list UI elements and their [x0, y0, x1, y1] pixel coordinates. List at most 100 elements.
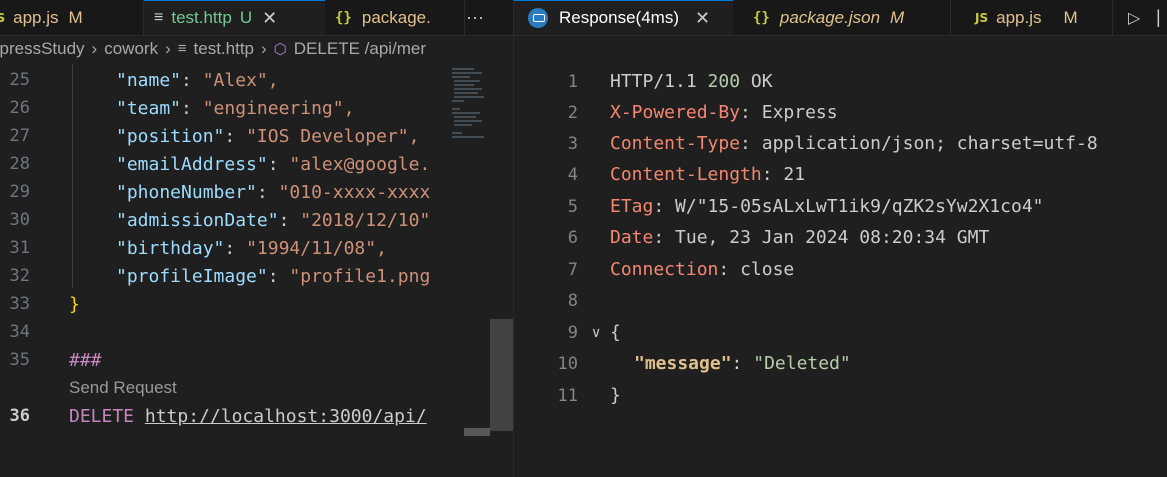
breadcrumb: xpressStudy › cowork › ≡ test.http › ⬡ D…: [0, 35, 513, 62]
line-number: 9: [567, 322, 578, 343]
code-text: "phoneNumber": "010-xxxx-xxxx: [116, 181, 431, 203]
minimap[interactable]: [444, 64, 490, 444]
response-line: 8: [514, 285, 1167, 316]
code-editor[interactable]: 25 "name": "Alex", 26 "team": "engineeri…: [0, 64, 490, 477]
split-editor-icon[interactable]: |: [1156, 0, 1161, 35]
response-line: 4 Content-Length: 21: [514, 159, 1167, 190]
status-line: HTTP/1.1 200 OK: [610, 71, 773, 92]
horizontal-scrollbar[interactable]: [464, 428, 490, 436]
run-icon[interactable]: ▷: [1128, 0, 1140, 35]
line-number: 3: [567, 133, 578, 154]
tab-package-json[interactable]: {} package.json M: [733, 0, 951, 35]
code-text: "emailAddress": "alex@google.: [116, 153, 431, 175]
line-number: 28: [9, 154, 30, 174]
line-number: 10: [557, 353, 578, 374]
response-line: 2 X-Powered-By: Express: [514, 97, 1167, 128]
tab-label: package.json: [779, 7, 881, 27]
more-tabs-icon[interactable]: ···: [466, 0, 484, 35]
send-request-link[interactable]: Send Request: [69, 378, 177, 398]
header-line: Date: Tue, 23 Jan 2024 08:20:34 GMT: [610, 227, 990, 248]
left-tab-bar: JS app.js M ≡ test.http U ✕ {} package. …: [0, 0, 513, 36]
modified-badge: M: [890, 7, 905, 27]
response-line: 10 "message": "Deleted": [514, 348, 1167, 379]
tab-test-http[interactable]: ≡ test.http U ✕: [144, 0, 325, 35]
tab-app-js[interactable]: JS app.js M: [0, 0, 144, 35]
response-line: 6 Date: Tue, 23 Jan 2024 08:20:34 GMT: [514, 222, 1167, 253]
line-number: 1: [567, 71, 578, 92]
code-text: DELETE http://localhost:3000/api/: [69, 405, 427, 427]
code-text: "admissionDate": "2018/12/10": [116, 209, 431, 231]
line-number: 5: [567, 196, 578, 217]
close-icon[interactable]: ✕: [262, 8, 277, 29]
rest-client-icon: [528, 8, 548, 28]
tab-label: package.: [361, 7, 431, 27]
response-body[interactable]: 1 HTTP/1.1 200 OK 2 X-Powered-By: Expres…: [514, 65, 1167, 477]
chevron-right-icon: ›: [91, 38, 98, 58]
code-line: 26 "team": "engineering",: [0, 94, 490, 122]
response-line: 3 Content-Type: application/json; charse…: [514, 128, 1167, 159]
close-icon[interactable]: ✕: [695, 8, 710, 29]
json-file-icon: {}: [753, 9, 770, 26]
code-text: "name": "Alex",: [116, 69, 279, 91]
code-line: 33 }: [0, 290, 490, 318]
line-number: 30: [9, 210, 30, 230]
line-number: 11: [557, 385, 578, 406]
file-lines-icon: ≡: [177, 40, 187, 57]
tab-label: app.js: [13, 7, 59, 27]
response-line: 5 ETag: W/"15-05sALxLwT1ik9/qZK2sYw2X1co…: [514, 191, 1167, 222]
left-editor-pane: JS app.js M ≡ test.http U ✕ {} package. …: [0, 0, 513, 477]
code-line: 34: [0, 318, 490, 346]
code-line: 32 "profileImage": "profile1.png: [0, 262, 490, 290]
header-line: Connection: close: [610, 259, 795, 280]
modified-badge: M: [68, 7, 83, 27]
code-text: ###: [69, 349, 102, 371]
code-line: 25 "name": "Alex",: [0, 66, 490, 94]
code-text: {: [610, 322, 621, 343]
response-line: 1 HTTP/1.1 200 OK: [514, 66, 1167, 97]
untracked-badge: U: [239, 8, 253, 27]
breadcrumb-item[interactable]: DELETE /api/mer: [294, 39, 426, 59]
line-number: 25: [9, 70, 30, 90]
header-line: Content-Length: 21: [610, 164, 806, 185]
tab-response[interactable]: Response(4ms) ✕: [514, 0, 733, 35]
code-line: 30 "admissionDate": "2018/12/10": [0, 206, 490, 234]
code-text: }: [610, 385, 621, 406]
vertical-scrollbar[interactable]: [490, 64, 513, 477]
code-line: 29 "phoneNumber": "010-xxxx-xxxx: [0, 178, 490, 206]
tab-app-js[interactable]: JS app.js M: [951, 0, 1113, 35]
line-number: 7: [567, 259, 578, 280]
breadcrumb-item[interactable]: test.http: [194, 39, 254, 59]
code-line: 36 DELETE http://localhost:3000/api/: [0, 402, 490, 430]
file-lines-icon: ≡: [154, 9, 164, 26]
line-number: 8: [567, 290, 578, 311]
line-number: 32: [9, 266, 30, 286]
tab-label: Response(4ms): [559, 8, 679, 27]
scrollbar-thumb[interactable]: [490, 319, 513, 431]
breadcrumb-item[interactable]: cowork: [104, 39, 158, 59]
code-text: }: [69, 293, 80, 315]
tab-label: test.http: [171, 8, 232, 27]
line-number: 27: [9, 126, 30, 146]
code-text: "position": "IOS Developer",: [116, 125, 420, 147]
line-number: 4: [567, 164, 578, 185]
code-line: 27 "position": "IOS Developer",: [0, 122, 490, 150]
line-number: 33: [9, 294, 30, 314]
line-number: 31: [9, 238, 30, 258]
response-pane: Response(4ms) ✕ {} package.json M JS app…: [513, 0, 1167, 477]
cube-icon: ⬡: [273, 40, 287, 58]
header-line: ETag: W/"15-05sALxLwT1ik9/qZK2sYw2X1co4": [610, 196, 1044, 217]
line-number: 35: [9, 350, 30, 370]
line-number: 26: [9, 98, 30, 118]
response-line: 7 Connection: close: [514, 254, 1167, 285]
header-line: X-Powered-By: Express: [610, 102, 838, 123]
json-file-icon: {}: [335, 9, 352, 26]
right-tab-bar: Response(4ms) ✕ {} package.json M JS app…: [514, 0, 1167, 36]
code-line: 35 ###: [0, 346, 490, 374]
json-pair: "message": "Deleted": [634, 353, 851, 374]
js-file-icon: JS: [975, 10, 989, 25]
chevron-down-icon[interactable]: ∨: [591, 324, 601, 341]
chevron-right-icon: ›: [165, 38, 171, 58]
response-line: 11 }: [514, 380, 1167, 411]
tab-package-json[interactable]: {} package.: [325, 0, 465, 35]
breadcrumb-item[interactable]: xpressStudy: [0, 39, 85, 59]
